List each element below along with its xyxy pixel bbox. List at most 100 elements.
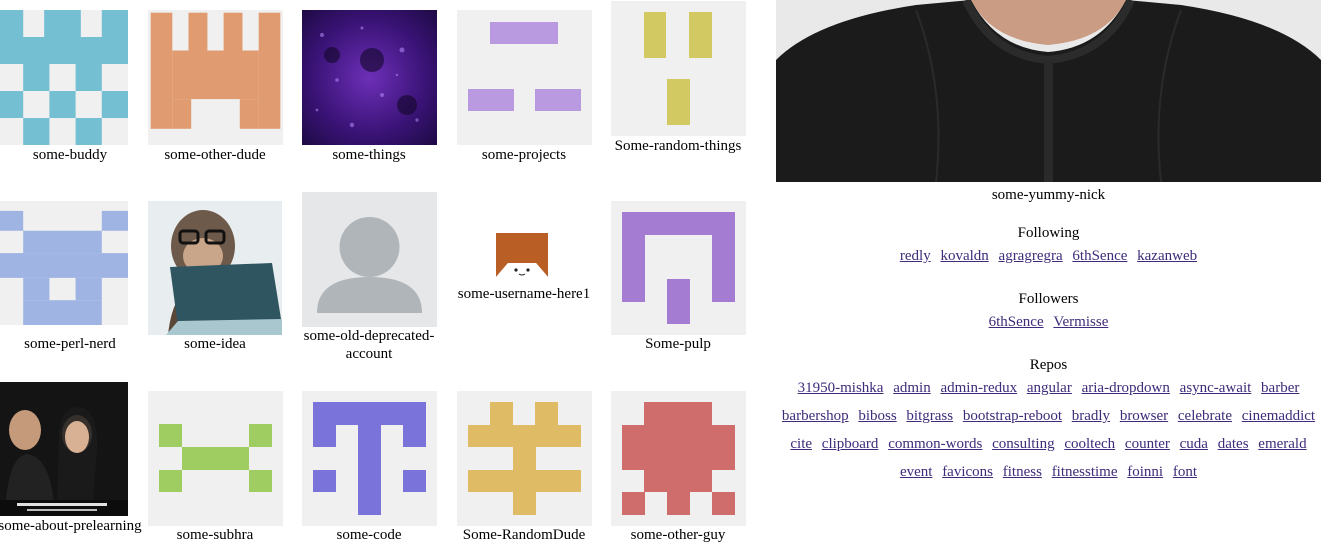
user-name[interactable]: some-other-guy [603, 526, 753, 544]
identicon-indigo-icon [302, 391, 437, 526]
repo-link[interactable]: 31950-mishka [798, 380, 884, 396]
user-card: some-other-guy [608, 375, 748, 554]
user-card: some-about-prelearning [0, 375, 142, 554]
identicon-yellow-avatar[interactable] [611, 1, 746, 136]
user-card: some-username-here1 [454, 190, 594, 365]
identicon-indigo-avatar[interactable] [302, 391, 437, 526]
repo-link[interactable]: biboss [858, 408, 896, 424]
repo-link[interactable]: favicons [942, 464, 993, 480]
repo-link[interactable]: cooltech [1064, 436, 1115, 452]
user-name[interactable]: some-idea [140, 335, 290, 353]
followers-list: 6thSence Vermisse [776, 308, 1321, 336]
identicon-yellow-icon [611, 1, 746, 136]
identicon-green-icon [148, 391, 283, 526]
identicon-orange-avatar[interactable] [148, 10, 283, 145]
user-card: some-idea [145, 190, 285, 365]
identicon-gold-icon [457, 391, 592, 526]
default-person-avatar[interactable] [302, 192, 437, 327]
user-name[interactable]: some-subhra [140, 526, 290, 544]
repo-link[interactable]: bootstrap-reboot [963, 408, 1062, 424]
following-link[interactable]: kazanweb [1137, 248, 1197, 264]
user-card: some-other-dude [145, 0, 285, 170]
identicon-purple-avatar[interactable] [611, 201, 746, 335]
user-card: Some-pulp [608, 190, 748, 365]
identicon-purple-icon [611, 201, 746, 335]
user-name[interactable]: some-username-here1 [449, 285, 599, 303]
user-name[interactable]: some-perl-nerd [0, 335, 145, 353]
repo-link[interactable]: dates [1218, 436, 1249, 452]
repo-link[interactable]: event [900, 464, 932, 480]
repo-link[interactable]: admin [893, 380, 931, 396]
user-name[interactable]: some-other-dude [140, 146, 290, 164]
user-card: some-code [299, 375, 439, 554]
repo-link[interactable]: barber [1261, 380, 1299, 396]
following-title: Following [1017, 225, 1080, 241]
default-person-icon [302, 192, 437, 327]
repo-link[interactable]: common-words [888, 436, 982, 452]
repo-link[interactable]: angular [1027, 380, 1072, 396]
user-card: some-buddy [0, 0, 140, 170]
profile-photo[interactable] [776, 0, 1321, 182]
user-name[interactable]: Some-RandomDude [449, 526, 599, 544]
user-name[interactable]: some-buddy [0, 146, 145, 164]
repos-list: 31950-mishka admin admin-redux angular a… [776, 374, 1321, 486]
repo-link[interactable]: consulting [992, 436, 1055, 452]
identicon-blue-avatar[interactable] [0, 201, 128, 325]
repo-link[interactable]: bradly [1072, 408, 1110, 424]
galaxy-photo-avatar[interactable] [302, 10, 437, 145]
repo-link[interactable]: cinemaddict [1242, 408, 1315, 424]
gorilla-laptop-cartoon-avatar[interactable] [148, 201, 282, 335]
repo-link[interactable]: foinni [1127, 464, 1163, 480]
user-name[interactable]: some-things [294, 146, 444, 164]
repo-link[interactable]: cite [790, 436, 812, 452]
following-link[interactable]: redly [900, 248, 931, 264]
user-card: Some-RandomDude [454, 375, 594, 554]
identicon-lavender-icon [457, 10, 592, 145]
identicon-green-avatar[interactable] [148, 391, 283, 526]
cat-avatar[interactable] [496, 233, 548, 279]
user-name[interactable]: some-old-deprecated-account [294, 327, 444, 363]
identicon-cyan-avatar[interactable] [0, 10, 128, 145]
following-link[interactable]: 6thSence [1072, 248, 1127, 264]
repo-link[interactable]: emerald [1258, 436, 1306, 452]
cat-icon [496, 233, 548, 277]
repo-link[interactable]: counter [1125, 436, 1170, 452]
repo-link[interactable]: admin-redux [940, 380, 1017, 396]
follower-link[interactable]: 6thSence [989, 314, 1044, 330]
couple-photo-avatar[interactable] [0, 382, 128, 516]
follower-link[interactable]: Vermisse [1053, 314, 1108, 330]
user-name[interactable]: some-projects [449, 146, 599, 164]
repo-link[interactable]: aria-dropdown [1082, 380, 1170, 396]
gorilla-laptop-icon [148, 201, 282, 335]
user-name[interactable]: some-code [294, 526, 444, 544]
profile-name: some-yummy-nick [991, 187, 1106, 203]
identicon-red-icon [611, 391, 746, 526]
identicon-lavender-avatar[interactable] [457, 10, 592, 145]
user-name[interactable]: Some-random-things [603, 137, 753, 155]
repos-title: Repos [1029, 357, 1068, 373]
user-name[interactable]: Some-pulp [603, 335, 753, 353]
following-link[interactable]: agragregra [999, 248, 1063, 264]
repo-link[interactable]: clipboard [822, 436, 879, 452]
identicon-red-avatar[interactable] [611, 391, 746, 526]
identicon-gold-avatar[interactable] [457, 391, 592, 526]
identicon-blue-icon [0, 201, 128, 325]
repo-link[interactable]: bitgrass [906, 408, 953, 424]
user-card: some-subhra [145, 375, 285, 554]
following-list: redly kovaldn agragregra 6thSence kazanw… [776, 242, 1321, 270]
repo-link[interactable]: celebrate [1178, 408, 1232, 424]
repo-link[interactable]: browser [1120, 408, 1168, 424]
user-card: some-projects [454, 0, 594, 170]
repo-link[interactable]: font [1173, 464, 1197, 480]
repo-link[interactable]: barbershop [782, 408, 849, 424]
following-link[interactable]: kovaldn [940, 248, 988, 264]
repo-link[interactable]: fitness [1003, 464, 1042, 480]
user-card: Some-random-things [608, 0, 748, 170]
identicon-cyan-icon [0, 10, 128, 145]
repo-link[interactable]: fitnesstime [1052, 464, 1118, 480]
repo-link[interactable]: async-await [1180, 380, 1252, 396]
couple-photo-icon [0, 382, 128, 516]
repo-link[interactable]: cuda [1180, 436, 1208, 452]
user-name[interactable]: some-about-prelearning [0, 517, 145, 535]
identicon-orange-icon [148, 10, 283, 145]
